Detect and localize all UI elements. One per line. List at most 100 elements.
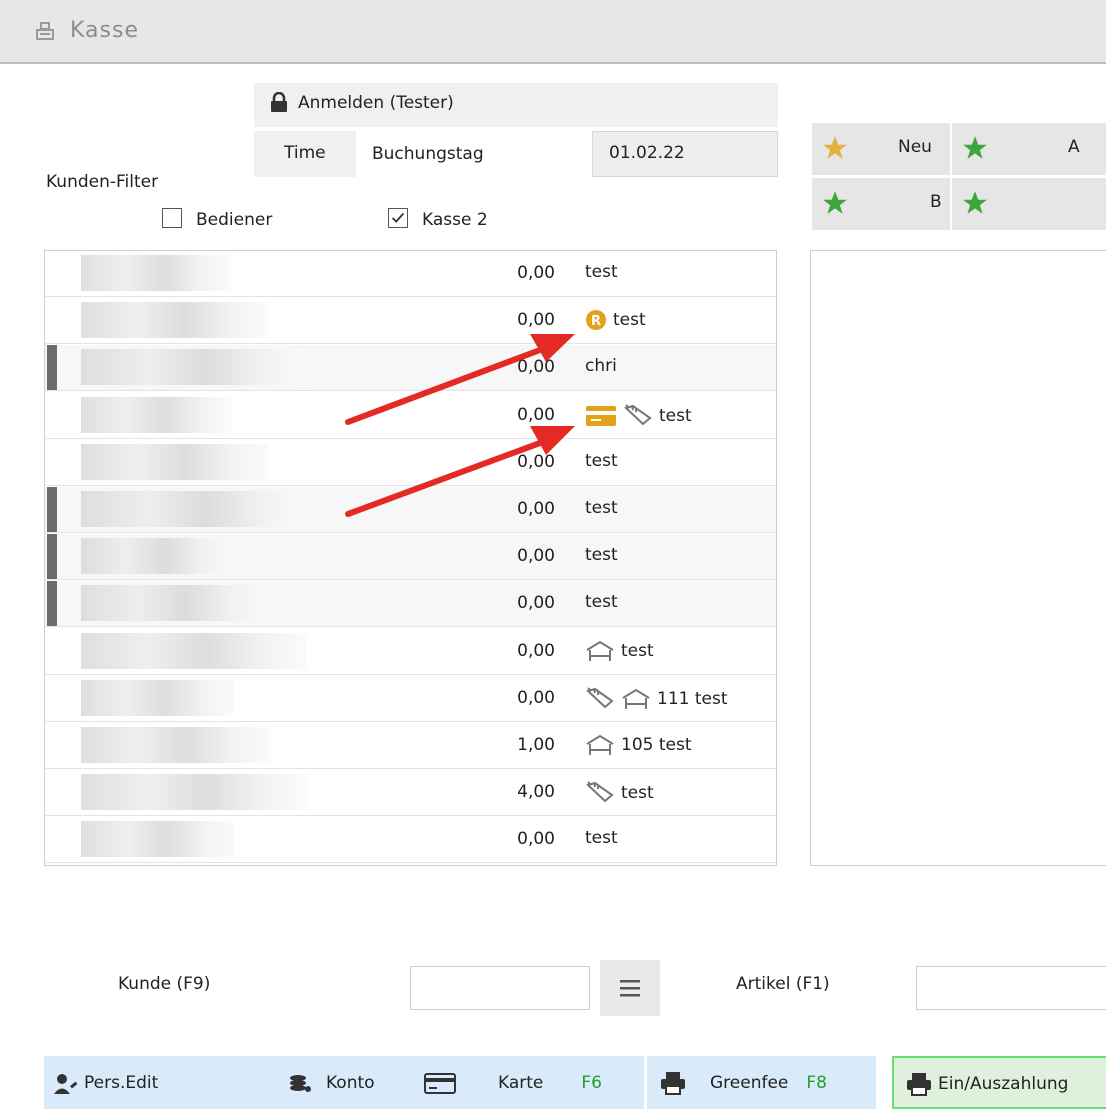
hamburger-icon (620, 980, 640, 997)
row-amount: 0,00 (517, 687, 555, 708)
table-row[interactable]: 4,00 test (45, 770, 776, 817)
row-amount: 0,00 (517, 451, 555, 472)
golf-bag-icon (585, 781, 615, 805)
table-row[interactable]: 0,00 chri (45, 345, 776, 392)
lock-icon (271, 92, 287, 112)
redacted-customer-name (81, 302, 268, 339)
karte-shortcut: F6 (581, 1072, 602, 1093)
konto-button[interactable]: Konto (288, 1056, 375, 1109)
row-description: test (585, 828, 618, 848)
table-row[interactable]: 0,00 111 test (45, 676, 776, 722)
hotel-bed-icon (585, 640, 615, 662)
row-amount: 0,00 (517, 357, 555, 378)
row-description: test (585, 262, 618, 282)
greenfee-label: Greenfee (710, 1072, 789, 1093)
table-row[interactable]: 1,00 105 test (45, 723, 776, 769)
hotel-bed-icon (585, 734, 615, 756)
article-panel[interactable] (810, 250, 1106, 866)
person-edit-icon (54, 1073, 78, 1094)
row-description: test (585, 545, 618, 565)
bediener-label: Bediener (196, 210, 273, 230)
svg-text:R: R (591, 314, 601, 329)
customer-filter-label: Kunden-Filter (46, 172, 159, 192)
row-description: test (585, 592, 618, 612)
table-row[interactable]: 0,00 test (45, 629, 776, 675)
redacted-customer-name (81, 679, 234, 716)
printer-icon (661, 1071, 685, 1095)
pers-edit-button[interactable]: Pers.Edit (54, 1056, 158, 1109)
row-marker (47, 487, 57, 532)
kasse2-checkbox[interactable] (388, 208, 408, 228)
redacted-customer-name (81, 255, 231, 291)
time-button[interactable]: Time (254, 131, 356, 177)
table-row[interactable]: 0,00 test (45, 440, 776, 486)
table-row[interactable]: 0,00 test (45, 817, 776, 864)
row-amount: 0,00 (517, 263, 555, 283)
star-icon (823, 191, 847, 214)
redacted-customer-name (81, 585, 270, 622)
redacted-customer-name (81, 538, 233, 575)
row-text: test (585, 828, 618, 849)
row-description: chri (585, 356, 617, 376)
table-row[interactable]: 0,00 test (45, 581, 776, 628)
card-icon (424, 1072, 456, 1094)
row-amount: 0,00 (517, 404, 555, 425)
karte-button[interactable]: Karte F6 (424, 1056, 602, 1109)
favorite-tile-4[interactable] (952, 178, 1106, 230)
row-description: test (585, 498, 618, 518)
row-text: test (585, 545, 618, 566)
table-row[interactable]: 0,00 test (45, 251, 776, 297)
row-amount: 0,00 (517, 546, 555, 567)
login-button[interactable]: Anmelden (Tester) (254, 83, 778, 127)
row-amount: 4,00 (517, 782, 555, 803)
hotel-bed-icon (621, 688, 651, 710)
redacted-customer-name (81, 632, 307, 669)
checkmark-icon (391, 212, 405, 223)
row-text: test (585, 450, 618, 471)
article-input[interactable] (916, 966, 1106, 1010)
row-text: test (621, 783, 654, 804)
row-description: 111 test (585, 687, 728, 711)
coins-icon (290, 1074, 311, 1092)
title-bar: Kasse (0, 0, 1106, 64)
favorite-tile-a[interactable]: A (952, 123, 1106, 175)
row-text: test (613, 310, 646, 331)
customer-input[interactable] (410, 966, 590, 1010)
favorite-label: A (1068, 137, 1080, 157)
favorite-tile-b[interactable]: B (812, 178, 950, 230)
row-marker (47, 581, 57, 627)
article-input-label: Artikel (F1) (736, 974, 830, 994)
row-amount: 0,00 (517, 829, 555, 850)
card-icon (585, 405, 617, 427)
row-text: chri (585, 356, 617, 377)
row-text: 105 test (621, 735, 692, 755)
row-text: test (585, 262, 618, 282)
booking-date-field[interactable]: 01.02.22 (592, 131, 778, 177)
pers-edit-label: Pers.Edit (84, 1072, 159, 1093)
customer-list[interactable]: 0,00 test 0,00 Rtest 0,00 chri 0,00 test 0,00 tes… (44, 250, 777, 866)
star-icon (963, 191, 987, 214)
table-row[interactable]: 0,00 Rtest (45, 298, 776, 345)
redacted-customer-name (81, 821, 235, 858)
row-amount: 1,00 (517, 735, 555, 755)
favorite-tile-neu[interactable]: Neu (812, 123, 950, 175)
ein-auszahlung-label: Ein/Auszahlung (938, 1074, 1069, 1094)
redacted-customer-name (81, 727, 271, 763)
booking-day-label: Buchungstag (372, 144, 484, 164)
row-marker (47, 534, 57, 580)
row-description: test (585, 451, 618, 471)
login-label: Anmelden (Tester) (298, 93, 454, 113)
star-icon (823, 136, 847, 159)
bediener-checkbox[interactable] (162, 208, 182, 228)
customer-input-label: Kunde (F9) (118, 974, 211, 994)
greenfee-button[interactable]: Greenfee F8 (660, 1056, 827, 1109)
ein-auszahlung-button[interactable]: Ein/Auszahlung (892, 1056, 1106, 1109)
table-row[interactable]: 0,00 test (45, 534, 776, 581)
table-row[interactable]: 0,00 test (45, 393, 776, 439)
favorite-label: B (930, 192, 942, 212)
table-row[interactable]: 0,00 test (45, 487, 776, 533)
bottom-action-bar: Pers.Edit Konto Karte F6 Greenfee F8 (44, 1056, 876, 1109)
row-text: test (585, 498, 618, 518)
menu-button[interactable] (600, 960, 660, 1016)
printer-icon (907, 1073, 931, 1096)
